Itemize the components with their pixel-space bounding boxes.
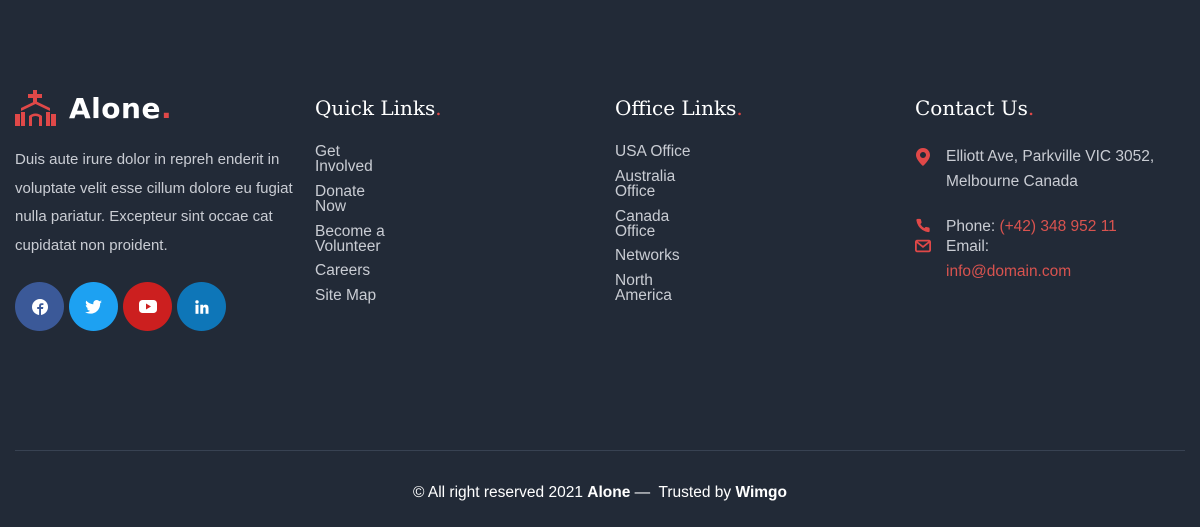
- copyright-prefix: © All right reserved 2021: [413, 484, 583, 501]
- copyright-brand: Alone: [587, 484, 631, 501]
- trusted-label: Trusted by: [658, 484, 732, 501]
- brand-name: Alone.: [69, 91, 173, 125]
- logo[interactable]: Alone.: [15, 88, 295, 128]
- quick-link-site-map[interactable]: Site Map: [315, 288, 395, 304]
- brand-column: Alone. Duis aute irure dolor in repreh e…: [15, 88, 295, 331]
- twitter-icon: [85, 299, 102, 314]
- contact-address-row: Elliott Ave, Parkville VIC 3052, Melbour…: [915, 144, 1185, 194]
- quick-link-careers[interactable]: Careers: [315, 263, 395, 279]
- contact-address: Elliott Ave, Parkville VIC 3052, Melbour…: [946, 148, 1155, 190]
- partner-link[interactable]: Wimgo: [735, 484, 787, 501]
- youtube-icon: [138, 300, 157, 313]
- quick-link-get-involved[interactable]: Get Involved: [315, 144, 395, 175]
- social-links: [15, 282, 295, 331]
- email-label: Email:: [946, 238, 990, 255]
- youtube-button[interactable]: [123, 282, 172, 331]
- contact-heading: Contact Us.: [915, 96, 1035, 120]
- quick-links-list: Get Involved Donate Now Become a Volunte…: [315, 144, 395, 304]
- office-link-canada[interactable]: Canada Office: [615, 208, 695, 239]
- footer-divider: [15, 450, 1185, 451]
- church-icon: [15, 90, 56, 126]
- quick-links-column: Quick Links. Get Involved Donate Now Bec…: [315, 88, 575, 313]
- phone-icon: [916, 218, 930, 233]
- envelope-icon: [915, 239, 931, 253]
- phone-link[interactable]: (+42) 348 952 11: [999, 218, 1116, 235]
- linkedin-icon: [194, 299, 208, 314]
- office-link-north-america[interactable]: North America: [615, 273, 695, 304]
- copyright: © All right reserved 2021 Alone — Truste…: [0, 484, 1200, 502]
- contact-details: Elliott Ave, Parkville VIC 3052, Melbour…: [915, 144, 1185, 284]
- linkedin-button[interactable]: [177, 282, 226, 331]
- email-link[interactable]: info@domain.com: [946, 259, 1071, 284]
- copyright-separator: —: [634, 484, 651, 501]
- contact-column: Contact Us. Elliott Ave, Parkville VIC 3…: [915, 88, 1185, 284]
- contact-email-row: Email: info@domain.com: [915, 234, 1185, 284]
- office-links-heading: Office Links.: [615, 96, 743, 120]
- office-links-column: Office Links. USA Office Australia Offic…: [615, 88, 875, 313]
- office-link-australia[interactable]: Australia Office: [615, 169, 695, 200]
- quick-links-heading: Quick Links.: [315, 96, 442, 120]
- facebook-button[interactable]: [15, 282, 64, 331]
- office-link-usa[interactable]: USA Office: [615, 144, 695, 160]
- phone-label: Phone:: [946, 218, 996, 235]
- office-links-list: USA Office Australia Office Canada Offic…: [615, 144, 695, 304]
- quick-link-become-volunteer[interactable]: Become a Volunteer: [315, 223, 395, 254]
- facebook-icon: [31, 298, 48, 315]
- twitter-button[interactable]: [69, 282, 118, 331]
- quick-link-donate-now[interactable]: Donate Now: [315, 184, 395, 215]
- map-pin-icon: [916, 148, 930, 166]
- about-text: Duis aute irure dolor in repreh enderit …: [15, 151, 293, 254]
- office-link-networks[interactable]: Networks: [615, 248, 695, 264]
